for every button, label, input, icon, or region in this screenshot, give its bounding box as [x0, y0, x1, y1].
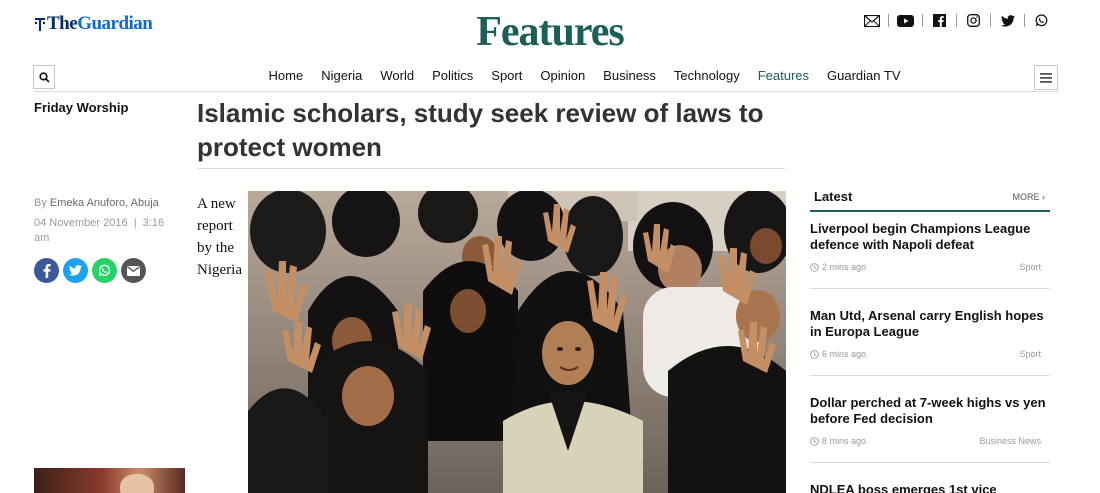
story-time: 8 mins ago [810, 436, 866, 446]
article-photo [248, 191, 786, 493]
story-time: 2 mins ago [810, 262, 866, 272]
story-category[interactable]: Sport [1019, 262, 1041, 272]
social-links [863, 12, 1050, 29]
share-buttons [34, 258, 146, 283]
article-body: A new report by the Nigeria [197, 196, 242, 278]
nav-politics[interactable]: Politics [432, 68, 473, 83]
story-divider [810, 375, 1050, 376]
whatsapp-icon[interactable] [1033, 12, 1050, 29]
story-category[interactable]: Business News [979, 436, 1041, 446]
divider [922, 14, 923, 27]
youtube-icon[interactable] [897, 12, 914, 29]
latest-title: Latest [814, 189, 853, 204]
article-kicker[interactable]: Friday Worship [34, 100, 128, 115]
story-title[interactable]: Man Utd, Arsenal carry English hopes in … [810, 308, 1050, 340]
whatsapp-share-icon[interactable] [92, 258, 117, 283]
divider [956, 14, 957, 27]
nav-nigeria[interactable]: Nigeria [321, 68, 362, 83]
story-title[interactable]: Dollar perched at 7-week highs vs yen be… [810, 395, 1050, 427]
story-divider [810, 462, 1050, 463]
nav-opinion[interactable]: Opinion [540, 68, 585, 83]
nav-guardian-tv[interactable]: Guardian TV [827, 68, 900, 83]
facebook-icon[interactable] [931, 12, 948, 29]
nav-technology[interactable]: Technology [674, 68, 740, 83]
twitter-icon[interactable] [999, 12, 1016, 29]
instagram-icon[interactable] [965, 12, 982, 29]
story-meta: 2 mins ago Sport [810, 262, 1050, 272]
thumbnail-subject [120, 474, 154, 493]
byline: By Emeka Anuforo, Abuja [34, 197, 159, 209]
mail-icon[interactable] [863, 12, 880, 29]
nav-sport[interactable]: Sport [491, 68, 522, 83]
photo-illustration [248, 191, 786, 493]
story-time-text: 2 mins ago [822, 262, 867, 272]
nav-business[interactable]: Business [603, 68, 656, 83]
latest-header: Latest MORE › [810, 188, 1050, 212]
story-time-text: 8 mins ago [822, 436, 867, 446]
story-time: 6 mins ago [810, 349, 866, 359]
latest-more-link[interactable]: MORE › [1013, 192, 1046, 202]
story-meta: 6 mins ago Sport [810, 349, 1050, 359]
clock-icon [810, 436, 819, 446]
menu-button[interactable] [1034, 65, 1058, 90]
dateline: 04 November 2016 | 3:16 am [34, 216, 179, 246]
latest-story[interactable]: Man Utd, Arsenal carry English hopes in … [810, 308, 1050, 359]
divider [888, 14, 889, 27]
twitter-share-icon[interactable] [63, 258, 88, 283]
nav-world[interactable]: World [380, 68, 414, 83]
latest-story[interactable]: Dollar perched at 7-week highs vs yen be… [810, 395, 1050, 446]
story-title[interactable]: NDLEA boss emerges 1st vice chairman [810, 482, 1050, 493]
publish-date: 04 November 2016 [34, 217, 128, 229]
article-headline: Islamic scholars, study seek review of l… [197, 98, 764, 162]
story-category[interactable]: Sport [1019, 349, 1041, 359]
main-navigation: Home Nigeria World Politics Sport Opinio… [33, 64, 1058, 92]
hamburger-icon [1040, 72, 1052, 83]
clock-icon [810, 349, 819, 359]
byline-prefix: By [34, 197, 47, 209]
clock-icon [810, 262, 819, 272]
latest-story[interactable]: Liverpool begin Champions League defence… [810, 221, 1050, 272]
divider [990, 14, 991, 27]
latest-story[interactable]: NDLEA boss emerges 1st vice chairman [810, 482, 1050, 493]
facebook-share-icon[interactable] [34, 258, 59, 283]
headline-divider [197, 168, 785, 169]
author-link[interactable]: Emeka Anuforo, Abuja [50, 197, 159, 209]
nav-items: Home Nigeria World Politics Sport Opinio… [33, 68, 1058, 83]
nav-features[interactable]: Features [758, 68, 809, 83]
date-separator: | [133, 217, 137, 229]
story-time-text: 6 mins ago [822, 349, 867, 359]
email-share-icon[interactable] [121, 258, 146, 283]
story-divider [810, 288, 1050, 289]
nav-home[interactable]: Home [269, 68, 304, 83]
divider [1024, 14, 1025, 27]
related-thumbnail[interactable] [34, 468, 185, 493]
story-meta: 8 mins ago Business News [810, 436, 1050, 446]
story-title[interactable]: Liverpool begin Champions League defence… [810, 221, 1050, 253]
